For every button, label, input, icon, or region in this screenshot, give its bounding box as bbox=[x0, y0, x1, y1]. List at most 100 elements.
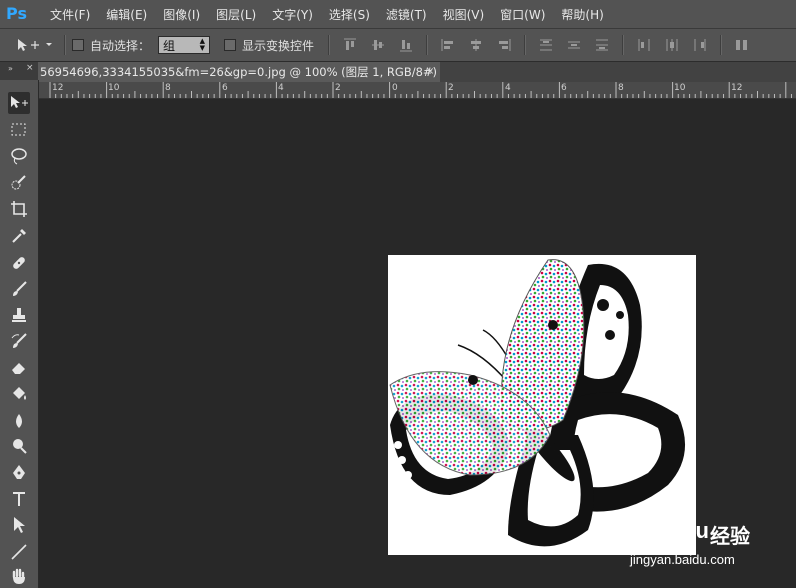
lasso-tool-icon bbox=[11, 148, 27, 165]
align-vcenter-icon[interactable] bbox=[370, 37, 386, 53]
menu-window[interactable]: 窗口(W) bbox=[492, 6, 553, 23]
ruler-label: 10 bbox=[674, 83, 686, 93]
ruler-label: 2 bbox=[335, 83, 341, 93]
brush-tool-icon bbox=[13, 281, 27, 296]
menu-type[interactable]: 文字(Y) bbox=[264, 6, 321, 23]
document-tab-bar: 56954696,3334155035&fm=26&gp=0.jpg @ 100… bbox=[38, 62, 796, 82]
separator bbox=[622, 35, 625, 55]
ruler-label: 6 bbox=[561, 83, 567, 93]
ruler-label: 4 bbox=[505, 83, 511, 93]
menu-view[interactable]: 视图(V) bbox=[435, 6, 493, 23]
brush-tool[interactable] bbox=[8, 278, 30, 300]
separator bbox=[328, 35, 331, 55]
hand-tool-icon bbox=[12, 568, 25, 584]
clone-stamp-tool-icon bbox=[12, 308, 26, 322]
align-hcenter-icon[interactable] bbox=[468, 37, 484, 53]
blur-tool-icon bbox=[16, 414, 22, 428]
separator bbox=[426, 35, 429, 55]
distribute-bottom-icon[interactable] bbox=[594, 37, 610, 53]
align-top-icon[interactable] bbox=[342, 37, 358, 53]
toolbox-header[interactable]: » × bbox=[0, 62, 38, 81]
hand-tool[interactable] bbox=[8, 566, 30, 588]
photoshop-logo: Ps bbox=[6, 4, 27, 23]
eyedropper-tool-icon bbox=[12, 229, 26, 243]
paint-bucket-tool-icon bbox=[13, 387, 26, 400]
move-tool-icon bbox=[18, 39, 52, 51]
blur-tool[interactable] bbox=[8, 410, 30, 432]
path-select-tool-icon bbox=[14, 517, 25, 533]
history-brush-tool-icon bbox=[11, 333, 27, 348]
dropdown-arrows-icon: ▲ ▼ bbox=[199, 37, 206, 52]
watermark-brand2: du bbox=[682, 518, 709, 543]
watermark-product: 经验 bbox=[710, 524, 750, 548]
line-tool[interactable] bbox=[8, 541, 30, 563]
crop-tool-icon bbox=[11, 201, 27, 217]
distribute-top-icon[interactable] bbox=[538, 37, 554, 53]
options-bar: 自动选择： 组 ▲ ▼ 显示变换控件 bbox=[0, 29, 796, 62]
distribute-left-icon[interactable] bbox=[636, 37, 652, 53]
ruler-label: 6 bbox=[222, 83, 228, 93]
history-brush-tool[interactable] bbox=[8, 330, 30, 352]
toolbox bbox=[0, 80, 39, 588]
auto-align-icon[interactable] bbox=[734, 37, 750, 53]
show-transform-label: 显示变换控件 bbox=[242, 38, 315, 53]
watermark-url: jingyan.baidu.com bbox=[630, 552, 735, 567]
eraser-tool[interactable] bbox=[8, 356, 30, 378]
ruler-label: 12 bbox=[731, 83, 743, 93]
document-tab-title: 56954696,3334155035&fm=26&gp=0.jpg @ 100… bbox=[40, 65, 440, 79]
move-tool-icon bbox=[11, 96, 28, 108]
marquee-tool-icon bbox=[11, 123, 26, 136]
align-right-icon[interactable] bbox=[496, 37, 512, 53]
separator bbox=[64, 35, 66, 55]
dodge-tool[interactable] bbox=[8, 435, 30, 457]
type-tool-icon bbox=[13, 492, 25, 506]
menu-layer[interactable]: 图层(L) bbox=[208, 6, 264, 23]
line-tool-icon bbox=[11, 544, 27, 560]
collapse-icon[interactable]: » bbox=[8, 64, 13, 73]
path-select-tool[interactable] bbox=[8, 514, 30, 536]
show-transform-checkbox[interactable] bbox=[224, 39, 237, 51]
eraser-tool-icon bbox=[12, 363, 25, 374]
ruler-label: 4 bbox=[278, 83, 284, 93]
panel-close-icon[interactable]: × bbox=[26, 63, 34, 73]
distribute-vcenter-icon[interactable] bbox=[566, 37, 582, 53]
baidu-watermark: Bai du 经验 jingyan.baidu.com bbox=[612, 500, 792, 570]
distribute-hcenter-icon[interactable] bbox=[664, 37, 680, 53]
auto-select-dropdown[interactable]: 组 ▲ ▼ bbox=[158, 36, 211, 54]
horizontal-ruler: 12 10 8 6 4 2 0 2 4 6 8 10 12 bbox=[38, 82, 796, 99]
crop-tool[interactable] bbox=[8, 198, 30, 220]
clone-stamp-tool[interactable] bbox=[8, 304, 30, 326]
tab-close-icon[interactable]: × bbox=[426, 62, 434, 82]
menu-select[interactable]: 选择(S) bbox=[321, 6, 378, 23]
auto-select-value: 组 bbox=[163, 38, 176, 53]
healing-brush-tool[interactable] bbox=[8, 252, 30, 274]
move-tool[interactable] bbox=[8, 92, 30, 114]
tool-preset-picker[interactable] bbox=[14, 32, 58, 58]
ruler-label: 8 bbox=[165, 83, 171, 93]
type-tool[interactable] bbox=[8, 488, 30, 510]
paw-icon bbox=[659, 508, 682, 531]
quick-select-tool[interactable] bbox=[8, 172, 30, 194]
menu-image[interactable]: 图像(I) bbox=[155, 6, 208, 23]
menu-filter[interactable]: 滤镜(T) bbox=[378, 6, 435, 23]
align-bottom-icon[interactable] bbox=[398, 37, 414, 53]
align-left-icon[interactable] bbox=[440, 37, 456, 53]
menu-help[interactable]: 帮助(H) bbox=[553, 6, 611, 23]
menu-edit[interactable]: 编辑(E) bbox=[98, 6, 155, 23]
menu-bar: Ps 文件(F) 编辑(E) 图像(I) 图层(L) 文字(Y) 选择(S) 滤… bbox=[0, 0, 796, 29]
paint-bucket-tool[interactable] bbox=[8, 383, 30, 405]
menu-file[interactable]: 文件(F) bbox=[42, 6, 98, 23]
lasso-tool[interactable] bbox=[8, 145, 30, 167]
distribute-right-icon[interactable] bbox=[692, 37, 708, 53]
ruler-label: 12 bbox=[52, 83, 64, 93]
document-tab[interactable]: 56954696,3334155035&fm=26&gp=0.jpg @ 100… bbox=[38, 62, 440, 82]
ruler-label: 0 bbox=[392, 83, 398, 93]
auto-select-checkbox[interactable] bbox=[72, 39, 84, 51]
separator bbox=[720, 35, 723, 55]
pen-tool[interactable] bbox=[8, 462, 30, 484]
eyedropper-tool[interactable] bbox=[8, 225, 30, 247]
healing-brush-tool-icon bbox=[13, 257, 25, 269]
watermark-brand: Bai bbox=[612, 518, 650, 545]
marquee-tool[interactable] bbox=[8, 119, 30, 141]
ruler-label: 8 bbox=[618, 83, 624, 93]
